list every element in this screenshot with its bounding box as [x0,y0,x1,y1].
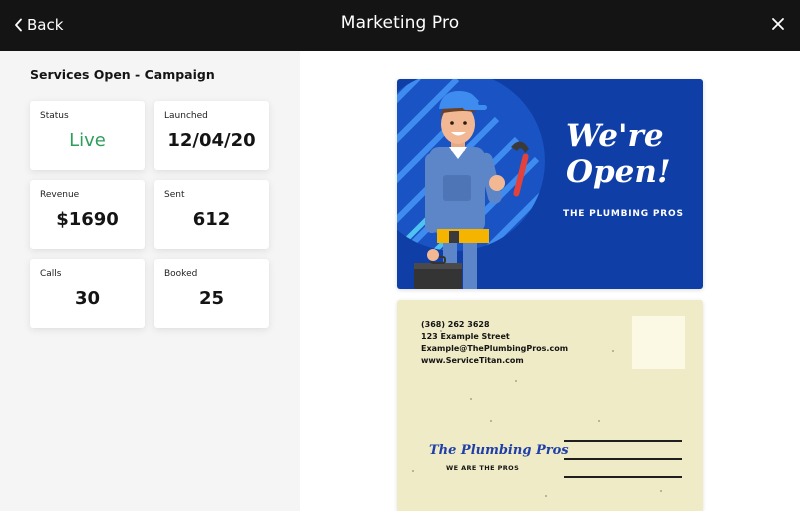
stat-label: Launched [164,111,208,121]
stat-card-sent: Sent 612 [154,180,269,249]
stat-card-booked: Booked 25 [154,259,269,328]
top-bar: Back Marketing Pro [0,0,800,51]
launched-value: 12/04/20 [167,130,256,151]
page-title: Marketing Pro [340,13,460,33]
campaign-title: Services Open - Campaign [30,67,215,82]
contact-website: www.ServiceTitan.com [421,356,524,365]
sent-value: 612 [192,209,231,230]
stat-label: Revenue [40,190,80,200]
postcard-brand: THE PLUMBING PROS [563,209,684,219]
stat-card-calls: Calls 30 [30,259,145,328]
stat-label: Booked [164,269,198,279]
contact-email: Example@ThePlumbingPros.com [421,344,569,353]
stat-label: Sent [164,190,185,200]
logo-text: The Plumbing Pros [429,443,569,458]
stat-card-status: Status Live [30,101,145,170]
status-value: Live [69,130,106,151]
stat-card-launched: Launched 12/04/20 [154,101,269,170]
close-icon[interactable] [770,16,786,32]
logo-tagline: WE ARE THE PROS [446,464,520,472]
address-line [564,458,682,460]
contact-phone: (368) 262 3628 [421,320,490,329]
address-line [564,440,682,442]
postcard-headline: We're Open! [566,118,671,190]
contact-street: 123 Example Street [421,332,510,341]
address-line [564,476,682,478]
calls-value: 30 [74,288,101,309]
stat-label: Calls [40,269,62,279]
stat-label: Status [40,111,69,121]
stat-card-revenue: Revenue $1690 [30,180,145,249]
revenue-value: $1690 [56,209,119,230]
booked-value: 25 [198,288,225,309]
stamp-box [632,316,685,369]
